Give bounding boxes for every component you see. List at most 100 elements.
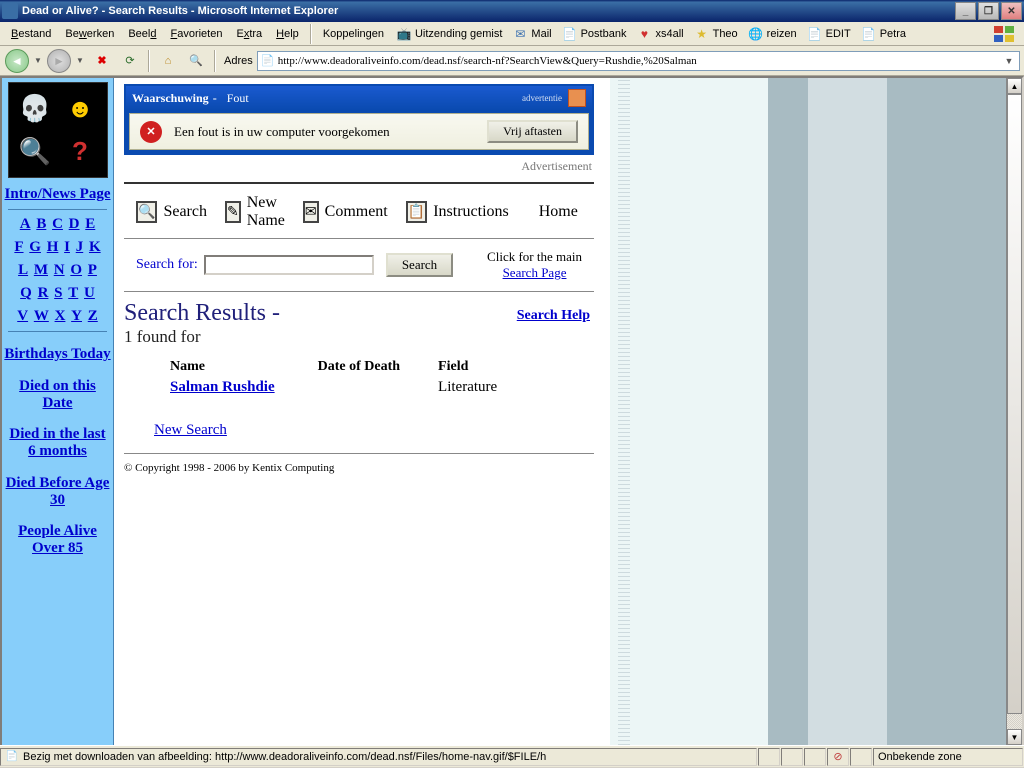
alpha-link[interactable]: U	[84, 285, 95, 301]
home-button[interactable]: ⌂	[155, 49, 181, 73]
url-input[interactable]	[278, 55, 1001, 67]
sidebar: 💀 ☻ 🔍 ? Intro/News Page A B C D E F G H I…	[2, 78, 114, 745]
alpha-link[interactable]: O	[70, 262, 82, 278]
alpha-link[interactable]: N	[54, 262, 65, 278]
menu-extra[interactable]: Extra	[229, 25, 269, 43]
alpha-link[interactable]: W	[34, 308, 49, 324]
search-button[interactable]: Search	[386, 253, 453, 277]
toolbar-link[interactable]: ♥xs4all	[631, 24, 688, 44]
nav-newname[interactable]: New Name	[247, 194, 285, 230]
instructions-icon[interactable]: 📋	[406, 201, 427, 223]
app-icon	[2, 3, 18, 19]
search-for-label: Search for:	[136, 257, 198, 273]
ad-close-button[interactable]	[568, 89, 586, 107]
toolbar-link[interactable]: ★Theo	[689, 24, 743, 44]
intro-link[interactable]: Intro/News Page	[4, 186, 111, 203]
search-page-link[interactable]: Search Page	[503, 265, 567, 280]
search-input[interactable]	[204, 255, 374, 275]
sidebar-link[interactable]: Died Before Age 30	[4, 475, 111, 510]
alpha-link[interactable]: P	[88, 262, 97, 278]
alpha-link[interactable]: D	[69, 216, 80, 232]
scroll-down-button[interactable]: ▼	[1007, 729, 1022, 745]
toolbar-link[interactable]: ✉Mail	[507, 24, 556, 44]
alpha-link[interactable]: Y	[71, 308, 82, 324]
nav-instructions[interactable]: Instructions	[433, 203, 509, 221]
alpha-link[interactable]: X	[55, 308, 66, 324]
windows-logo	[988, 24, 1020, 44]
sidebar-link[interactable]: People Alive Over 85	[4, 523, 111, 558]
maximize-button[interactable]: ❐	[978, 2, 999, 20]
alpha-link[interactable]: I	[64, 239, 70, 255]
alpha-link[interactable]: E	[85, 216, 95, 232]
address-dropdown[interactable]: ▼	[1001, 56, 1017, 66]
search-icon[interactable]: 🔍	[136, 201, 157, 223]
result-name-link[interactable]: Salman Rushdie	[170, 379, 275, 395]
alpha-link[interactable]: H	[47, 239, 59, 255]
menubar: Bestand Bewerken Beeld Favorieten Extra …	[0, 22, 1024, 46]
menu-help[interactable]: Help	[269, 25, 306, 43]
sidebar-link[interactable]: Birthdays Today	[4, 346, 111, 363]
alpha-link[interactable]: G	[29, 239, 41, 255]
ad-button[interactable]: Vrij aftasten	[487, 120, 578, 143]
back-dropdown[interactable]: ▼	[31, 49, 45, 73]
nav-search[interactable]: Search	[163, 203, 207, 221]
alpha-link[interactable]: A	[20, 216, 31, 232]
alpha-link[interactable]: Z	[88, 308, 98, 324]
alpha-link[interactable]: R	[38, 285, 49, 301]
address-bar[interactable]: 📄 ▼	[257, 51, 1020, 71]
toolbar-link[interactable]: 📄EDIT	[802, 24, 856, 44]
alpha-link[interactable]: J	[76, 239, 84, 255]
alpha-link[interactable]: C	[52, 216, 63, 232]
stop-button[interactable]: ✖	[89, 49, 115, 73]
sidebar-link[interactable]: Died on this Date	[4, 378, 111, 413]
menu-favorieten[interactable]: Favorieten	[163, 25, 229, 43]
alpha-link[interactable]: M	[34, 262, 48, 278]
alpha-row: Q R S T U	[4, 285, 111, 302]
nav-comment[interactable]: Comment	[325, 203, 388, 221]
status-popup-icon: ⊘	[827, 748, 849, 766]
comment-icon[interactable]: ✉	[303, 201, 319, 223]
new-search-link[interactable]: New Search	[154, 422, 227, 438]
alpha-link[interactable]: V	[17, 308, 28, 324]
col-dod: Date of Death	[310, 357, 430, 377]
alpha-link[interactable]: K	[89, 239, 101, 255]
close-button[interactable]: ✕	[1001, 2, 1022, 20]
alpha-link[interactable]: Q	[20, 285, 32, 301]
alpha-link[interactable]: L	[18, 262, 28, 278]
forward-button[interactable]: ►	[47, 49, 71, 73]
sidebar-link[interactable]: Died in the last 6 months	[4, 426, 111, 461]
newname-icon[interactable]: ✎	[225, 201, 241, 223]
results-header: Search Results - 1 found for Search Help	[114, 294, 604, 357]
page-icon: 📄	[5, 750, 19, 764]
scroll-thumb[interactable]	[1007, 94, 1022, 714]
menu-bestand[interactable]: Bestand	[4, 25, 58, 43]
alpha-link[interactable]: B	[36, 216, 46, 232]
nav-home[interactable]: Home	[539, 203, 578, 221]
menu-beeld[interactable]: Beeld	[121, 25, 163, 43]
site-logo[interactable]: 💀 ☻ 🔍 ?	[8, 82, 108, 178]
alpha-row: L M N O P	[4, 262, 111, 279]
separator	[214, 50, 216, 72]
menu-bewerken[interactable]: Bewerken	[58, 25, 121, 43]
toolbar-link[interactable]: 📄Postbank	[557, 24, 632, 44]
search-nav-button[interactable]: 🔍	[183, 49, 209, 73]
status-panel	[850, 748, 872, 766]
smiley-icon: ☻	[60, 89, 101, 128]
minimize-button[interactable]: _	[955, 2, 976, 20]
toolbar-link[interactable]: 🌐reizen	[743, 24, 802, 44]
toolbar-link[interactable]: 📺Uitzending gemist	[391, 24, 507, 44]
toolbar-link[interactable]: 📄Petra	[856, 24, 911, 44]
alpha-link[interactable]: T	[68, 285, 78, 301]
status-text: Bezig met downloaden van afbeelding: htt…	[23, 751, 546, 763]
alpha-link[interactable]: F	[14, 239, 23, 255]
scroll-track[interactable]	[1007, 94, 1022, 729]
koppelingen-label: Koppelingen	[316, 25, 391, 43]
scroll-up-button[interactable]: ▲	[1007, 78, 1022, 94]
forward-dropdown[interactable]: ▼	[73, 49, 87, 73]
back-button[interactable]: ◄	[5, 49, 29, 73]
refresh-button[interactable]: ⟳	[117, 49, 143, 73]
vertical-scrollbar[interactable]: ▲ ▼	[1006, 78, 1022, 745]
alpha-link[interactable]: S	[54, 285, 62, 301]
search-help-link[interactable]: Search Help	[517, 308, 590, 324]
separator	[310, 24, 312, 44]
